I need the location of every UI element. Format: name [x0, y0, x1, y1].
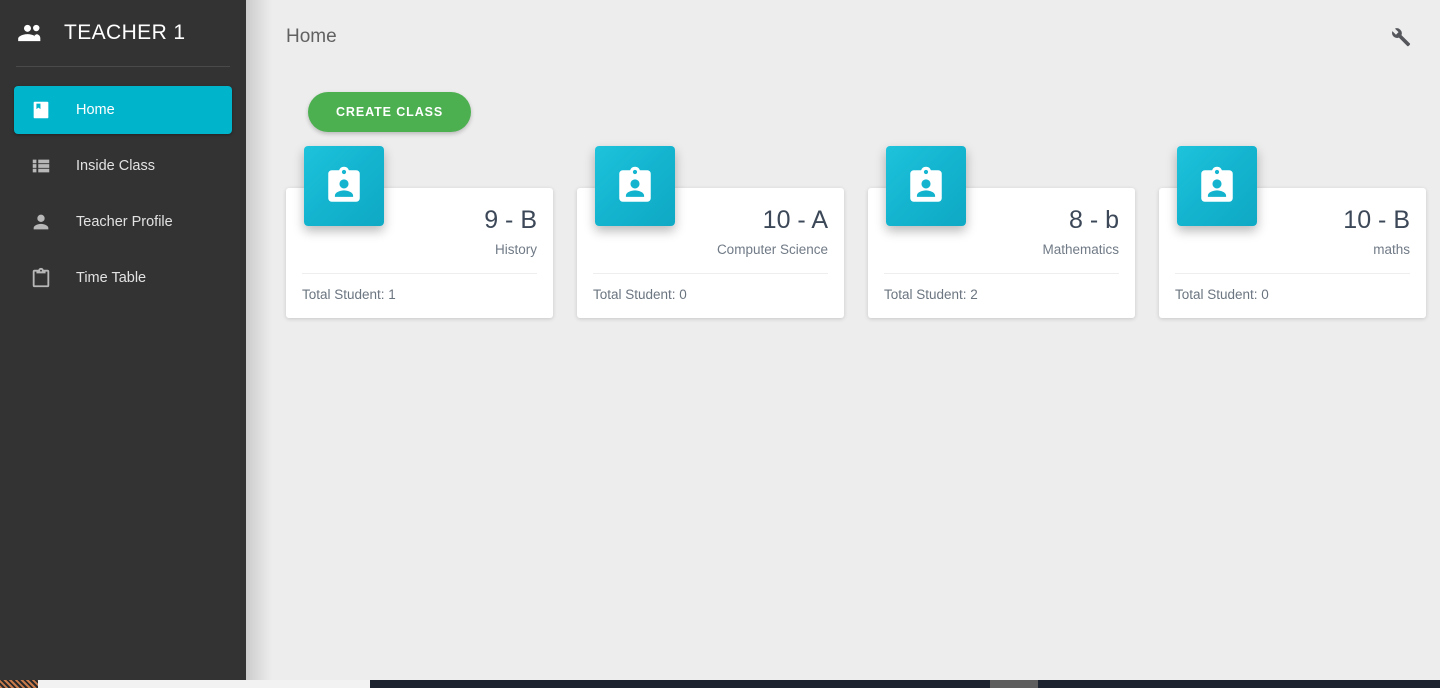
person-icon — [28, 209, 54, 235]
class-card-subject: Computer Science — [716, 241, 828, 257]
app-root: TEACHER 1 Home Inside Class Teacher Prof… — [0, 0, 1440, 688]
class-card-titles: 8 - b Mathematics — [1042, 198, 1119, 257]
topbar: Home — [246, 0, 1440, 74]
class-card-titles: 9 - B History — [484, 198, 537, 257]
badge-person-icon — [886, 146, 966, 226]
list-icon — [28, 153, 54, 179]
horizontal-scrollbar-thumb[interactable] — [38, 680, 370, 688]
main-area: Home CREATE CLASS 9 - B History Total St… — [246, 0, 1440, 680]
class-card-subject: History — [494, 241, 537, 257]
class-card-name: 10 - B — [1343, 206, 1410, 234]
class-card[interactable]: 9 - B History Total Student: 1 — [286, 146, 553, 318]
scrollbar-right-segment — [990, 680, 1038, 688]
class-card-subject: Mathematics — [1042, 241, 1119, 257]
class-card[interactable]: 10 - B maths Total Student: 0 — [1159, 146, 1426, 318]
class-card-name: 9 - B — [484, 206, 537, 234]
sidebar-nav: Home Inside Class Teacher Profile Time T… — [0, 67, 246, 302]
sidebar: TEACHER 1 Home Inside Class Teacher Prof… — [0, 0, 246, 680]
class-card-student-count: Total Student: 1 — [302, 286, 396, 302]
sidebar-item-teacher-profile-label: Teacher Profile — [76, 213, 173, 230]
sidebar-item-home-label: Home — [76, 101, 115, 118]
class-card-name: 8 - b — [1068, 206, 1119, 234]
create-class-button[interactable]: CREATE CLASS — [308, 92, 472, 132]
class-card[interactable]: 8 - b Mathematics Total Student: 2 — [868, 146, 1135, 318]
badge-person-icon — [595, 146, 675, 226]
sidebar-item-time-table[interactable]: Time Table — [14, 254, 232, 302]
class-card-subject: maths — [1373, 241, 1410, 257]
class-card-student-count: Total Student: 2 — [884, 286, 978, 302]
class-card-student-count: Total Student: 0 — [1175, 286, 1269, 302]
clipboard-icon — [28, 265, 54, 291]
sidebar-item-inside-class[interactable]: Inside Class — [14, 142, 232, 190]
people-icon — [16, 18, 46, 48]
sidebar-brand-title: TEACHER 1 — [64, 21, 186, 44]
scrollbar-left-decoration — [0, 680, 38, 688]
badge-person-icon — [304, 146, 384, 226]
class-card-student-count: Total Student: 0 — [593, 286, 687, 302]
class-card-titles: 10 - A Computer Science — [717, 198, 828, 257]
sidebar-item-teacher-profile[interactable]: Teacher Profile — [14, 198, 232, 246]
content-area: CREATE CLASS 9 - B History Total Student… — [246, 74, 1440, 318]
sidebar-item-inside-class-label: Inside Class — [76, 157, 155, 174]
class-card[interactable]: 10 - A Computer Science Total Student: 0 — [577, 146, 844, 318]
horizontal-scrollbar-track[interactable] — [0, 680, 1440, 688]
class-card-grid: 9 - B History Total Student: 1 10 - A Co… — [286, 146, 1440, 318]
sidebar-item-time-table-label: Time Table — [76, 269, 147, 286]
book-icon — [28, 97, 54, 123]
class-card-name: 10 - A — [762, 206, 828, 234]
sidebar-brand: TEACHER 1 — [0, 0, 246, 66]
page-title: Home — [286, 26, 337, 47]
sidebar-item-home[interactable]: Home — [14, 86, 232, 134]
class-card-titles: 10 - B maths — [1343, 198, 1410, 257]
badge-person-icon — [1177, 146, 1257, 226]
wrench-icon[interactable] — [1382, 19, 1418, 55]
